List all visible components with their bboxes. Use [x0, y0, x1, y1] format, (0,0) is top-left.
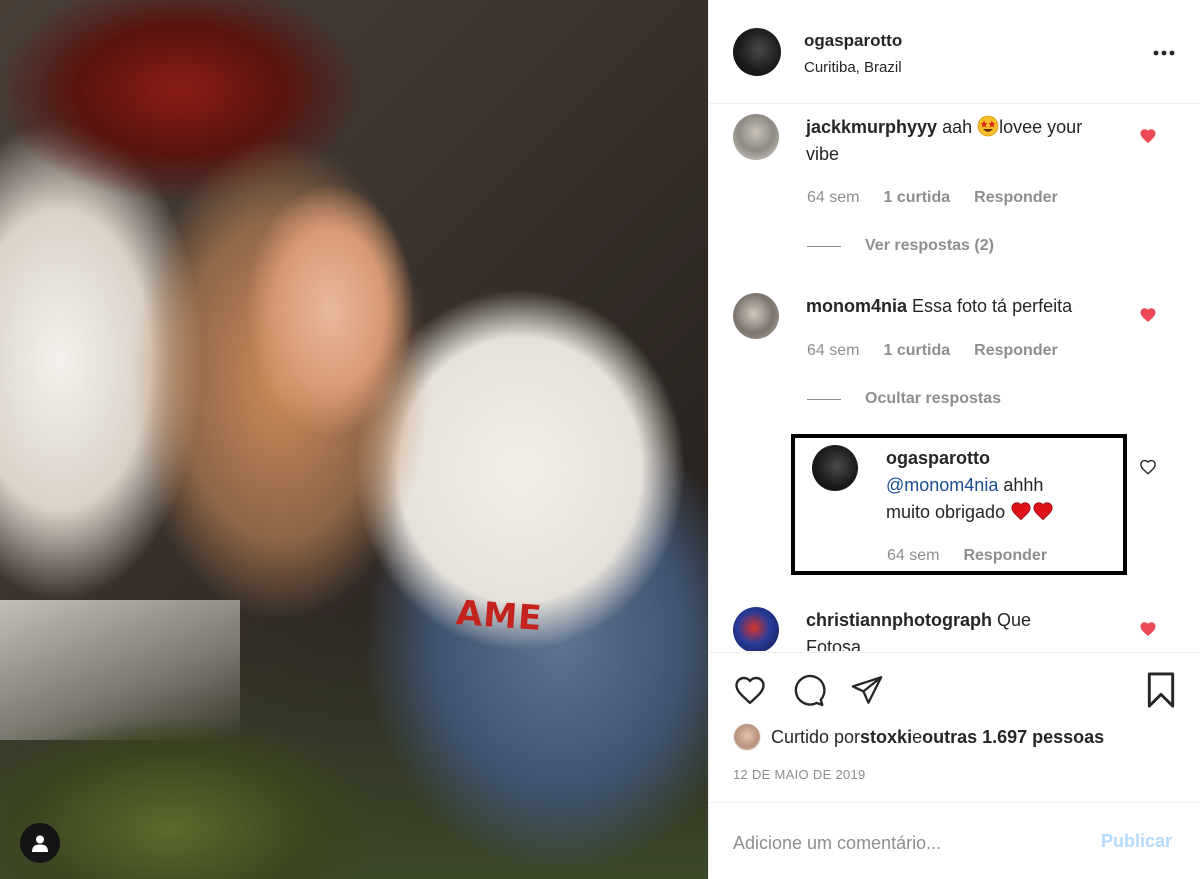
- comment-likes-count[interactable]: 1 curtida: [883, 342, 950, 360]
- liked-by-user-link[interactable]: stoxki: [860, 727, 912, 748]
- user-icon: [32, 835, 48, 852]
- comment-time[interactable]: 64 sem: [807, 189, 859, 207]
- comment-body: Que: [992, 610, 1032, 630]
- owner-avatar[interactable]: [733, 28, 781, 76]
- post-location[interactable]: Curitiba, Brazil: [804, 59, 902, 76]
- reply-reply-button[interactable]: Responder: [963, 547, 1047, 565]
- comment-body-cont: lovee your: [999, 117, 1083, 137]
- tagged-users-button[interactable]: [20, 823, 60, 863]
- post-header: ogasparotto Curitiba, Brazil: [709, 0, 1200, 104]
- liked-by-conjunction: e: [912, 726, 923, 747]
- liked-by-others-link[interactable]: outras 1.697 pessoas: [922, 727, 1104, 748]
- liker-avatar[interactable]: [733, 723, 761, 751]
- photo-shirt-print: AME: [454, 593, 544, 639]
- hide-replies-toggle[interactable]: Ocultar respostas: [807, 390, 1001, 408]
- replies-divider-line: [807, 245, 841, 247]
- like-button[interactable]: [731, 671, 769, 709]
- comment-input[interactable]: [733, 825, 1073, 861]
- commenter-avatar[interactable]: [733, 114, 779, 160]
- reply-text: ogasparotto @monom4nia ahhh muito obriga…: [886, 445, 1116, 526]
- comment-body: Essa foto tá perfeita: [907, 296, 1073, 316]
- add-comment-bar: Publicar: [709, 802, 1200, 879]
- share-button[interactable]: [848, 671, 886, 709]
- replies-divider-line: [807, 398, 841, 400]
- comment-username[interactable]: christiannphotograph: [806, 610, 992, 630]
- comment-text: monom4nia Essa foto tá perfeita: [806, 293, 1146, 320]
- comment-text: jackkmurphyyy aah lovee your vibe: [806, 114, 1146, 168]
- reply-time[interactable]: 64 sem: [887, 547, 939, 565]
- view-replies-label: Ver respostas (2): [865, 237, 994, 254]
- commenter-avatar[interactable]: [733, 293, 779, 339]
- reply-meta: 64 sem Responder: [887, 547, 1047, 565]
- share-icon: [851, 676, 883, 704]
- red-heart-emoji-icon: [1033, 502, 1053, 521]
- photo-grass-area: [0, 679, 420, 879]
- commenter-avatar[interactable]: [733, 607, 779, 651]
- post-actions: Curtido por stoxki e outras 1.697 pessoa…: [709, 652, 1200, 802]
- comment-time[interactable]: 64 sem: [807, 342, 859, 360]
- reply-body-line2: muito obrigado: [886, 502, 1006, 522]
- reply-mention-link[interactable]: @monom4nia: [886, 475, 998, 495]
- liked-by-summary: Curtido por stoxki e outras 1.697 pessoa…: [733, 723, 1104, 751]
- comments-list[interactable]: jackkmurphyyy aah lovee your vibe 64 sem…: [709, 105, 1200, 651]
- comment-icon: [794, 674, 826, 707]
- comment-username[interactable]: monom4nia: [806, 296, 907, 316]
- view-replies-toggle[interactable]: Ver respostas (2): [807, 237, 994, 255]
- comment-button[interactable]: [789, 671, 827, 709]
- owner-username[interactable]: ogasparotto: [804, 31, 902, 51]
- red-heart-emoji-icon: [1011, 502, 1031, 521]
- reply-body: ahhh: [998, 475, 1044, 495]
- comment-like-heart-icon[interactable]: [1139, 620, 1157, 638]
- heart-icon: [735, 676, 765, 705]
- more-dots-icon: [1153, 50, 1175, 56]
- comment-body-line2: Fotosa: [806, 637, 862, 651]
- post-details-panel: ogasparotto Curitiba, Brazil jackkmurphy…: [708, 0, 1200, 879]
- reply-like-heart-icon[interactable]: [1139, 458, 1157, 476]
- comment-like-heart-icon[interactable]: [1139, 127, 1157, 145]
- reply-username[interactable]: ogasparotto: [886, 448, 990, 468]
- post-photo[interactable]: AME: [0, 0, 708, 879]
- publish-button[interactable]: Publicar: [1101, 831, 1172, 852]
- comment-meta: 64 sem 1 curtida Responder: [807, 189, 1058, 207]
- comment-meta: 64 sem 1 curtida Responder: [807, 342, 1058, 360]
- bookmark-icon: [1147, 672, 1175, 708]
- comment-body: aah: [937, 117, 973, 137]
- liked-by-prefix: Curtido por: [771, 726, 861, 747]
- star-struck-emoji-icon: [977, 115, 999, 137]
- comment-likes-count[interactable]: 1 curtida: [883, 189, 950, 207]
- post-date[interactable]: 12 DE MAIO DE 2019: [733, 767, 866, 782]
- comment-text: christiannphotograph Que Fotosa: [806, 607, 1146, 651]
- comment-like-heart-icon[interactable]: [1139, 306, 1157, 324]
- comment-body-line2: vibe: [806, 144, 840, 164]
- save-button[interactable]: [1142, 671, 1180, 709]
- more-options-button[interactable]: [1149, 38, 1179, 68]
- comment-reply-button[interactable]: Responder: [974, 342, 1058, 360]
- reply-author-avatar[interactable]: [812, 445, 858, 491]
- comment-username[interactable]: jackkmurphyyy: [806, 117, 937, 137]
- comment-reply-button[interactable]: Responder: [974, 189, 1058, 207]
- hide-replies-label: Ocultar respostas: [865, 390, 1002, 407]
